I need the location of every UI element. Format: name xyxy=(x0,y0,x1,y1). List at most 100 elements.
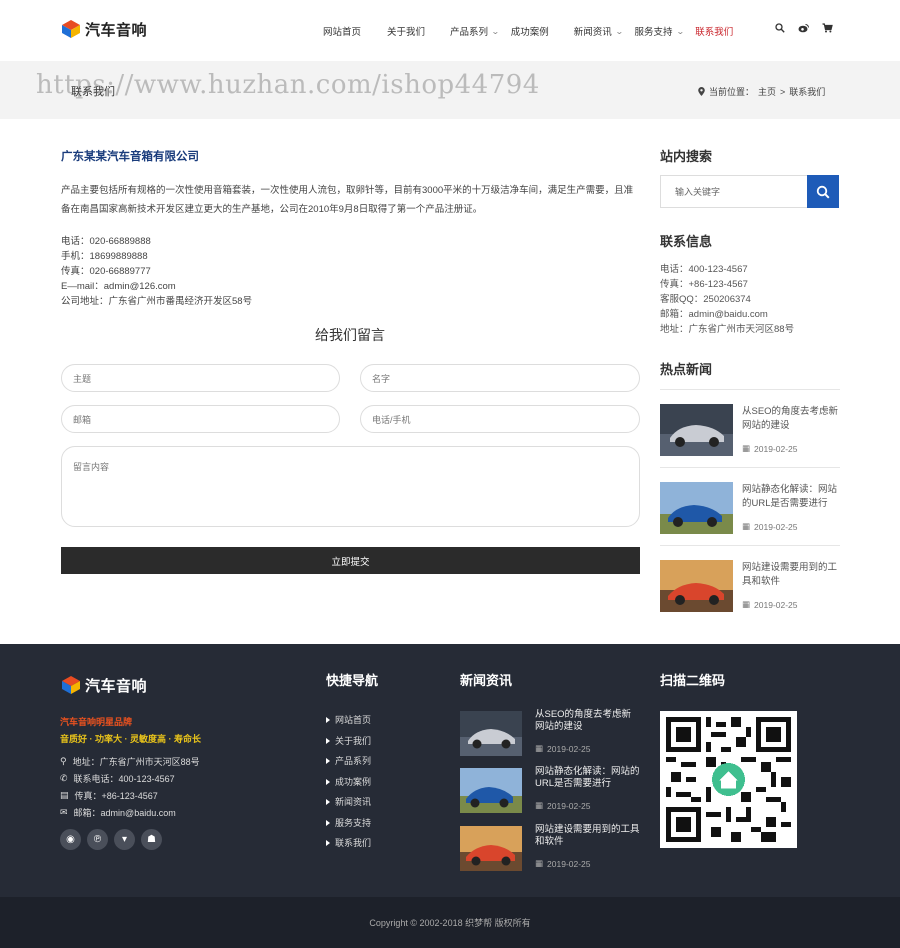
footer-news-date: ▦ 2019-02-25 xyxy=(535,858,591,869)
nav-item-cases[interactable]: 成功案例 xyxy=(511,24,549,38)
search-icon[interactable] xyxy=(775,23,785,33)
sidebar-search-button[interactable] xyxy=(807,175,839,208)
footer-fax-text: 传真：+86-123-4567 xyxy=(74,791,158,801)
nav-item-news[interactable]: 新闻资讯 ⌄ xyxy=(574,24,624,39)
sidebar-qq: 客服QQ：250206374 xyxy=(660,294,751,305)
logo-mark-icon xyxy=(62,20,80,38)
news-item[interactable]: 网站静态化解读：网站的URL是否需要进行 ▦ 2019-02-25 xyxy=(660,467,840,545)
footer-nav-support[interactable]: 服务支持 xyxy=(326,813,371,834)
calendar-icon: ▦ xyxy=(535,858,544,868)
news-thumbnail[interactable] xyxy=(460,768,522,813)
footer-tagline: 音质好 · 功率大 · 灵敏度高 · 寿命长 xyxy=(60,734,201,744)
qq-icon[interactable]: ☗ xyxy=(141,829,162,850)
sidebar-address: 地址：广东省广州市天河区88号 xyxy=(660,324,795,335)
footer-news-item[interactable]: 网站静态化解读：网站的URL是否需要进行 ▦ 2019-02-25 xyxy=(460,766,640,818)
calendar-icon: ▦ xyxy=(535,800,544,810)
nav-item-contact[interactable]: 联系我们 xyxy=(695,24,733,38)
news-thumbnail[interactable] xyxy=(460,826,522,871)
contact-mobile: 手机：18699889888 xyxy=(61,251,148,262)
weibo-icon[interactable]: ◉ xyxy=(60,829,81,850)
contact-email: E—mail：admin@126.com xyxy=(61,281,176,292)
footer-phone: ✆ 联系电话：400-123-4567 xyxy=(60,772,175,785)
social-links: ◉ ℗ ▾ ☗ xyxy=(60,829,162,850)
news-title[interactable]: 从SEO的角度去考虑新网站的建设 xyxy=(742,405,840,433)
nav-item-about[interactable]: 关于我们 xyxy=(387,24,425,38)
contact-address: 公司地址：广东省广州市番禺经济开发区58号 xyxy=(61,296,253,307)
breadcrumb-current: 联系我们 xyxy=(789,87,826,97)
chevron-down-icon: ⌄ xyxy=(614,26,624,36)
footer-logo[interactable]: 汽车音响 xyxy=(60,674,147,696)
qr-heading: 扫描二维码 xyxy=(660,673,726,688)
footer-news-item[interactable]: 网站建设需要用到的工具和软件 ▦ 2019-02-25 xyxy=(460,824,640,876)
footer-news-heading: 新闻资讯 xyxy=(460,673,513,688)
news-heading: 热点新闻 xyxy=(660,362,713,377)
news-thumbnail[interactable] xyxy=(660,560,733,612)
news-date-text: 2019-02-25 xyxy=(754,599,798,610)
nav-label: 联系我们 xyxy=(695,27,734,38)
name-input[interactable]: 名字 xyxy=(360,364,640,392)
news-thumbnail[interactable] xyxy=(660,482,733,534)
breadcrumb-home[interactable]: 主页 xyxy=(758,85,776,98)
nav-item-support[interactable]: 服务支持 ⌄ xyxy=(634,24,684,39)
footer-nav-about[interactable]: 关于我们 xyxy=(326,731,371,752)
footer-nav-contact[interactable]: 联系我们 xyxy=(326,833,371,854)
news-date-text: 2019-02-25 xyxy=(754,521,798,532)
phone-input[interactable]: 电话/手机 xyxy=(360,405,640,433)
mail-icon: ✉ xyxy=(60,807,68,817)
calendar-icon: ▦ xyxy=(742,599,751,609)
weibo-icon[interactable] xyxy=(798,23,809,33)
footer-nav-home[interactable]: 网站首页 xyxy=(326,710,371,731)
company-name: 广东某某汽车音箱有限公司 xyxy=(61,151,199,163)
sidebar-search-input[interactable]: 输入关键字 xyxy=(660,175,808,208)
footer-news-title[interactable]: 网站建设需要用到的工具和软件 xyxy=(535,824,640,848)
header-icons xyxy=(775,23,833,33)
news-title[interactable]: 网站静态化解读：网站的URL是否需要进行 xyxy=(742,483,840,511)
footer-news-item[interactable]: 从SEO的角度去考虑新网站的建设 ▦ 2019-02-25 xyxy=(460,709,640,761)
watermark-text: https://www.huzhan.com/ishop44794 xyxy=(36,70,540,100)
footer-nav-products[interactable]: 产品系列 xyxy=(326,751,371,772)
nav-item-home[interactable]: 网站首页 xyxy=(323,24,361,38)
news-item[interactable]: 网站建设需要用到的工具和软件 ▦ 2019-02-25 xyxy=(660,545,840,623)
footer-news-title[interactable]: 网站静态化解读：网站的URL是否需要进行 xyxy=(535,766,640,790)
news-thumbnail[interactable] xyxy=(660,404,733,456)
cart-icon[interactable] xyxy=(822,23,833,33)
email-input[interactable]: 邮箱 xyxy=(61,405,340,433)
news-date: ▦ 2019-02-25 xyxy=(742,599,798,610)
subject-input[interactable]: 主题 xyxy=(61,364,340,392)
footer-news-title[interactable]: 从SEO的角度去考虑新网站的建设 xyxy=(535,709,640,733)
cart-icon[interactable]: ▾ xyxy=(114,829,135,850)
news-title[interactable]: 网站建设需要用到的工具和软件 xyxy=(742,561,840,589)
breadcrumb-separator: > xyxy=(780,86,786,97)
sidebar-phone: 电话：400-123-4567 xyxy=(660,264,748,275)
contact-fax: 传真：020-66889777 xyxy=(61,266,151,277)
footer-nav-label: 联系我们 xyxy=(335,838,372,848)
news-thumbnail[interactable] xyxy=(460,711,522,756)
footer-email-text: 邮箱：admin@baidu.com xyxy=(73,808,176,818)
footer-nav-label: 新闻资讯 xyxy=(335,797,372,807)
site-logo[interactable]: 汽车音响 xyxy=(60,18,147,40)
triangle-right-icon xyxy=(326,737,330,744)
nav-item-products[interactable]: 产品系列 ⌄ xyxy=(450,24,500,39)
logo-mark-icon xyxy=(62,676,80,694)
main-nav: 网站首页 关于我们 产品系列 ⌄ 成功案例 新闻资讯 ⌄ 服务支持 ⌄ 联系我们 xyxy=(323,24,733,39)
nav-label: 关于我们 xyxy=(387,27,426,38)
sidebar-contact: 电话：400-123-4567 传真：+86-123-4567 客服QQ：250… xyxy=(660,262,794,337)
message-textarea[interactable]: 留言内容 xyxy=(61,446,640,527)
breadcrumb-prefix: 当前位置： xyxy=(709,87,755,97)
news-date: ▦ 2019-02-25 xyxy=(742,521,798,532)
nav-label: 产品系列 xyxy=(450,27,489,38)
pinterest-icon[interactable]: ℗ xyxy=(87,829,108,850)
site-footer: 汽车音响 汽车音响明星品牌 音质好 · 功率大 · 灵敏度高 · 寿命长 ⚲ 地址… xyxy=(0,644,900,897)
footer-nav-cases[interactable]: 成功案例 xyxy=(326,772,371,793)
page-banner: 联系我们 https://www.huzhan.com/ishop44794 当… xyxy=(0,61,900,119)
triangle-right-icon xyxy=(326,840,330,846)
footer-news-date: ▦ 2019-02-25 xyxy=(535,743,591,754)
news-item[interactable]: 从SEO的角度去考虑新网站的建设 ▦ 2019-02-25 xyxy=(660,389,840,467)
footer-news-date-text: 2019-02-25 xyxy=(547,743,591,754)
submit-button[interactable]: 立即提交 xyxy=(61,547,640,574)
footer-nav-label: 关于我们 xyxy=(335,735,372,746)
footer-nav-news[interactable]: 新闻资讯 xyxy=(326,792,371,813)
search-icon xyxy=(816,185,830,199)
footer-nav-label: 成功案例 xyxy=(335,776,372,787)
footer-nav-label: 服务支持 xyxy=(335,817,372,828)
